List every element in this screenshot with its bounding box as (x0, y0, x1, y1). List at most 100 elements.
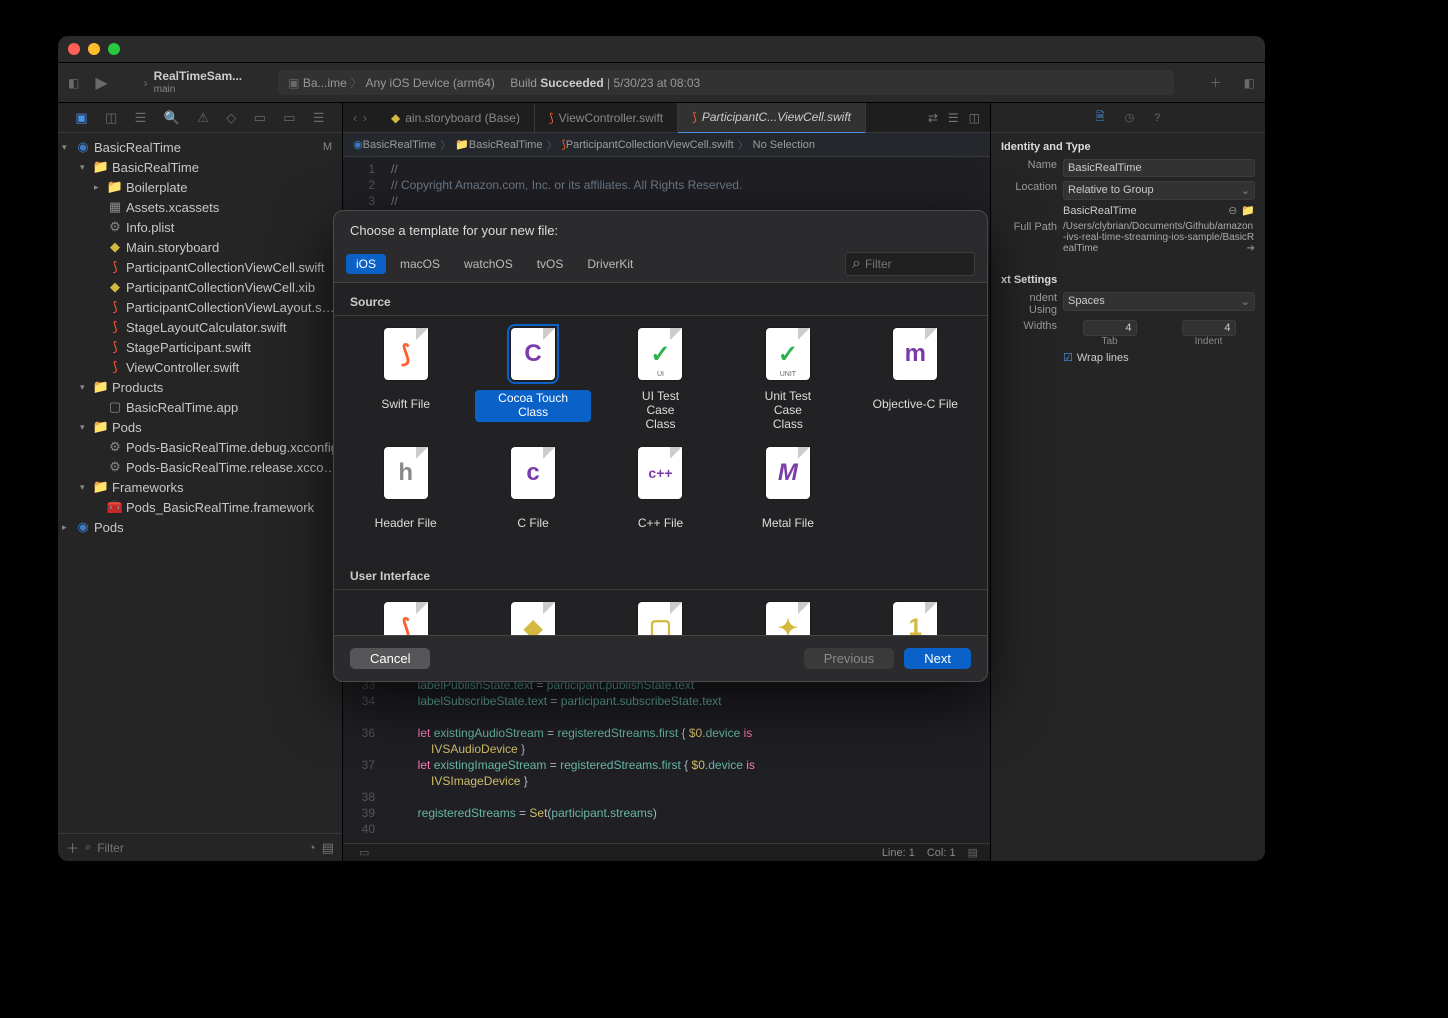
editor-layout-icon[interactable]: ☰ (948, 111, 959, 125)
breadcrumb-dest: Any iOS Device (arm64) (366, 76, 495, 90)
breakpoint-navigator-tab-icon[interactable]: ▭ (283, 110, 295, 126)
find-navigator-tab-icon[interactable]: 🔍 (164, 110, 180, 126)
template-ui-test-case-class[interactable]: ✓UIUI TestCaseClass (599, 320, 722, 435)
platform-tab-macos[interactable]: macOS (390, 254, 450, 274)
editor-nav: ‹ › (343, 111, 377, 125)
scheme-selector[interactable]: › RealTimeSam... main (144, 70, 243, 94)
platform-tab-tvos[interactable]: tvOS (527, 254, 574, 274)
tree-item[interactable]: ▢BasicRealTime.app (58, 397, 342, 417)
tree-item[interactable]: ⚙Pods-BasicRealTime.release.xcconfig (58, 457, 342, 477)
template-metal-file[interactable]: MMetal File (726, 439, 849, 543)
source-editor-lower[interactable]: 33343637383940 labelPublishState.text = … (343, 673, 990, 843)
template-objective-c-file[interactable]: mObjective-C File (854, 320, 977, 435)
template-c-file[interactable]: c++C++ File (599, 439, 722, 543)
platform-tab-ios[interactable]: iOS (346, 254, 386, 274)
build-result: Succeeded (540, 76, 603, 90)
inspector-name-field[interactable]: BasicRealTime (1063, 159, 1255, 177)
platform-tab-driverkit[interactable]: DriverKit (577, 254, 643, 274)
template-cocoa-touch-class[interactable]: CCocoa TouchClass (471, 320, 594, 435)
next-button[interactable]: Next (904, 648, 971, 669)
platform-tab-watchos[interactable]: watchOS (454, 254, 523, 274)
navigator-filter-input[interactable] (97, 841, 302, 855)
scm-filter-icon[interactable]: ▤ (322, 840, 334, 856)
cursor-col: Col: 1 (927, 847, 956, 859)
minimize-window-button[interactable] (88, 43, 100, 55)
template-launch-screen[interactable]: 1Launch Screen (854, 594, 977, 635)
issue-navigator-tab-icon[interactable]: ⚠ (197, 110, 209, 126)
template-view[interactable]: ▢View (599, 594, 722, 635)
history-inspector-tab-icon[interactable]: ◷ (1125, 111, 1135, 124)
close-window-button[interactable] (68, 43, 80, 55)
tree-item[interactable]: 🧰Pods_BasicRealTime.framework (58, 497, 342, 517)
debug-area-toggle-icon[interactable]: ▭ (359, 846, 369, 859)
filter-glyph-icon: ⌕ (852, 255, 861, 273)
toggle-sidebar-icon[interactable]: ◧ (68, 76, 79, 90)
tree-item[interactable]: ⟆ParticipantCollectionViewCell.swift (58, 257, 342, 277)
jump-bar[interactable]: ◉ BasicRealTime〉 📁 BasicRealTime〉 ⟆ Part… (343, 133, 990, 157)
test-navigator-tab-icon[interactable]: ◇ (226, 110, 236, 126)
add-editor-icon[interactable]: ◫ (969, 111, 980, 125)
add-file-icon[interactable]: ＋ (66, 838, 79, 857)
previous-button[interactable]: Previous (804, 648, 895, 669)
template-filter: ⌕ (845, 252, 975, 276)
window-controls (68, 43, 120, 55)
scheme-name: RealTimeSam... (154, 70, 243, 83)
cancel-button[interactable]: Cancel (350, 648, 430, 669)
activity-view[interactable]: ▣ Ba...ime 〉 Any iOS Device (arm64) Buil… (278, 70, 1173, 95)
source-control-navigator-tab-icon[interactable]: ◫ (105, 110, 117, 126)
pods-project-root[interactable]: ▸ ◉ Pods (58, 517, 342, 537)
template-swift-file[interactable]: ⟆Swift File (344, 320, 467, 435)
tree-item[interactable]: ⚙Info.plist (58, 217, 342, 237)
tree-item[interactable]: ▾📁Frameworks (58, 477, 342, 497)
tree-item[interactable]: ▾📁BasicRealTime (58, 157, 342, 177)
editor-tab-2[interactable]: ⟆ViewController.swift (535, 103, 678, 133)
tab-width-field[interactable]: 4 (1083, 320, 1137, 336)
tree-item[interactable]: ⟆StageParticipant.swift (58, 337, 342, 357)
editor-tab-1[interactable]: ◆ain.storyboard (Base) (377, 103, 535, 133)
tree-item[interactable]: ⟆StageLayoutCalculator.swift (58, 317, 342, 337)
recent-filter-icon[interactable]: ◔ (308, 840, 316, 855)
bookmarks-navigator-tab-icon[interactable]: ☰ (135, 110, 147, 126)
template-empty[interactable]: ✦Empty (726, 594, 849, 635)
tree-item[interactable]: ◆ParticipantCollectionViewCell.xib (58, 277, 342, 297)
project-navigator-tab-icon[interactable]: ▣ (75, 110, 87, 126)
inspector-location-select[interactable]: Relative to Group⌄ (1063, 181, 1255, 200)
add-button-icon[interactable]: ＋ (1210, 74, 1222, 91)
project-root[interactable]: ▾ ◉ BasicRealTime M (58, 137, 342, 157)
choose-location-icon[interactable]: ⊖ (1228, 204, 1237, 217)
open-location-icon[interactable]: 📁 (1241, 204, 1255, 217)
build-time: | 5/30/23 at 08:03 (604, 76, 701, 90)
tree-item[interactable]: ◆Main.storyboard (58, 237, 342, 257)
template-unit-test-case-class[interactable]: ✓UNITUnit TestCaseClass (726, 320, 849, 435)
tree-item[interactable]: ⟆ParticipantCollectionViewLayout.swift (58, 297, 342, 317)
template-header-file[interactable]: hHeader File (344, 439, 467, 543)
indent-using-select[interactable]: Spaces⌄ (1063, 292, 1255, 311)
minimap-toggle-icon[interactable]: ▤ (968, 846, 978, 859)
reveal-in-finder-icon[interactable]: ➔ (1247, 243, 1255, 254)
file-inspector-tab-icon[interactable]: 🗎 (1096, 108, 1105, 127)
editor-tab-3[interactable]: ⟆ParticipantC...ViewCell.swift (678, 103, 866, 133)
nav-forward-icon[interactable]: › (363, 111, 367, 125)
editor-options-icon[interactable]: ⇄ (928, 111, 938, 125)
template-swiftui-view[interactable]: ⟆SwiftUI View (344, 594, 467, 635)
nav-back-icon[interactable]: ‹ (353, 111, 357, 125)
report-navigator-tab-icon[interactable]: ☰ (313, 110, 325, 126)
help-inspector-tab-icon[interactable]: ? (1154, 112, 1160, 124)
zoom-window-button[interactable] (108, 43, 120, 55)
template-list[interactable]: Source⟆Swift FileCCocoa TouchClass✓UIUI … (334, 283, 987, 635)
template-c-file[interactable]: cC File (471, 439, 594, 543)
tree-item[interactable]: ▾📁Products (58, 377, 342, 397)
wrap-lines-checkbox[interactable]: ☑ (1063, 351, 1073, 364)
tree-item[interactable]: ⚙Pods-BasicRealTime.debug.xcconfig (58, 437, 342, 457)
template-filter-input[interactable] (865, 257, 968, 271)
debug-navigator-tab-icon[interactable]: ▭ (254, 110, 266, 126)
library-button-icon[interactable]: ◧ (1244, 76, 1255, 90)
tree-item[interactable]: ▸📁Boilerplate (58, 177, 342, 197)
tree-item[interactable]: ▦Assets.xcassets (58, 197, 342, 217)
tree-item[interactable]: ▾📁Pods (58, 417, 342, 437)
filter-icon: ⌕ (85, 841, 91, 854)
tree-item[interactable]: ⟆ViewController.swift (58, 357, 342, 377)
run-button-icon[interactable]: ▶ (95, 73, 107, 93)
indent-width-field[interactable]: 4 (1182, 320, 1236, 336)
template-storyboard[interactable]: ◆Storyboard (471, 594, 594, 635)
